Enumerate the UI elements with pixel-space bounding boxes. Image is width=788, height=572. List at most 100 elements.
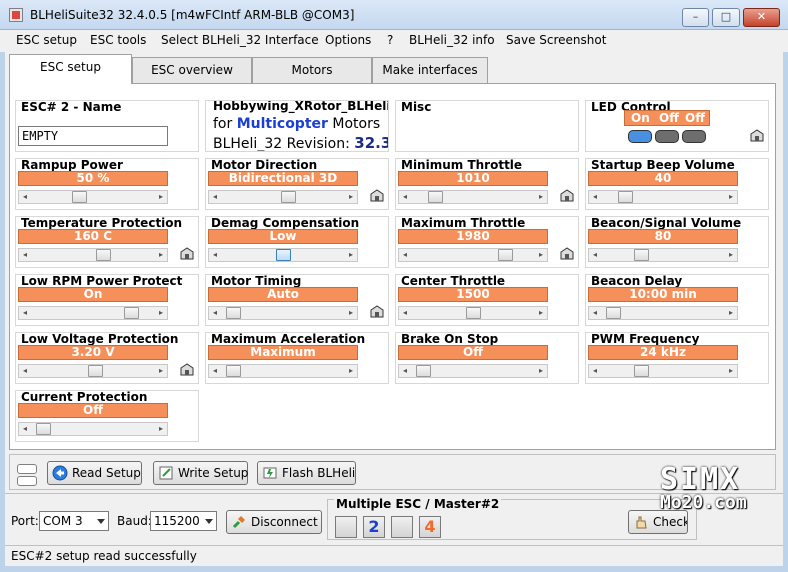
rampup-power-slider[interactable]: ◂ ▸ xyxy=(18,190,168,204)
scroll-left-icon[interactable]: ◂ xyxy=(19,191,31,203)
lock-icon[interactable] xyxy=(559,187,575,203)
scroll-right-icon[interactable]: ▸ xyxy=(725,307,737,319)
scroll-right-icon[interactable]: ▸ xyxy=(725,191,737,203)
tab-motors[interactable]: Motors xyxy=(252,57,372,83)
scroll-left-icon[interactable]: ◂ xyxy=(209,191,221,203)
led-color-2[interactable] xyxy=(655,130,679,143)
startup-beep-volume-slider-thumb[interactable] xyxy=(618,191,633,203)
brake-on-stop-slider-thumb[interactable] xyxy=(416,365,431,377)
lock-icon[interactable] xyxy=(749,127,765,143)
lock-icon[interactable] xyxy=(369,187,385,203)
startup-beep-volume-slider[interactable]: ◂ ▸ xyxy=(588,190,738,204)
led-color-3[interactable] xyxy=(682,130,706,143)
motor-direction-slider-thumb[interactable] xyxy=(281,191,296,203)
minimize-button[interactable]: – xyxy=(682,8,709,27)
motor-timing-slider[interactable]: ◂ ▸ xyxy=(208,306,358,320)
menu-esc-setup[interactable]: ESC setup xyxy=(16,33,77,47)
current-protection-slider[interactable]: ◂ ▸ xyxy=(18,422,168,436)
scroll-right-icon[interactable]: ▸ xyxy=(345,249,357,261)
scroll-left-icon[interactable]: ◂ xyxy=(399,307,411,319)
scroll-left-icon[interactable]: ◂ xyxy=(209,365,221,377)
scroll-right-icon[interactable]: ▸ xyxy=(725,249,737,261)
minimum-throttle-slider[interactable]: ◂ ▸ xyxy=(398,190,548,204)
menu-help[interactable]: ? xyxy=(387,33,393,47)
scroll-right-icon[interactable]: ▸ xyxy=(345,191,357,203)
temperature-protection-slider[interactable]: ◂ ▸ xyxy=(18,248,168,262)
beacon-signal-volume-slider-thumb[interactable] xyxy=(634,249,649,261)
low-rpm-power-protect-slider[interactable]: ◂ ▸ xyxy=(18,306,168,320)
temperature-protection-slider-thumb[interactable] xyxy=(96,249,111,261)
maximum-acceleration-slider-thumb[interactable] xyxy=(226,365,241,377)
scroll-right-icon[interactable]: ▸ xyxy=(155,191,167,203)
flash-blheli-button[interactable]: Flash BLHeli xyxy=(257,461,356,485)
pwm-frequency-slider[interactable]: ◂ ▸ xyxy=(588,364,738,378)
led-state-switch[interactable]: On Off Off xyxy=(624,110,710,126)
scroll-left-icon[interactable]: ◂ xyxy=(209,249,221,261)
menu-save-screenshot[interactable]: Save Screenshot xyxy=(506,33,606,47)
beacon-signal-volume-slider[interactable]: ◂ ▸ xyxy=(588,248,738,262)
scroll-left-icon[interactable]: ◂ xyxy=(399,365,411,377)
disconnect-button[interactable]: Disconnect xyxy=(226,510,322,534)
scroll-left-icon[interactable]: ◂ xyxy=(19,423,31,435)
scroll-left-icon[interactable]: ◂ xyxy=(589,307,601,319)
low-voltage-protection-slider-thumb[interactable] xyxy=(88,365,103,377)
rampup-power-slider-thumb[interactable] xyxy=(72,191,87,203)
maximum-throttle-slider-thumb[interactable] xyxy=(498,249,513,261)
close-button[interactable]: ✕ xyxy=(743,8,780,27)
scroll-left-icon[interactable]: ◂ xyxy=(589,365,601,377)
scroll-left-icon[interactable]: ◂ xyxy=(19,365,31,377)
scroll-right-icon[interactable]: ▸ xyxy=(345,307,357,319)
write-setup-button[interactable]: Write Setup xyxy=(153,461,248,485)
beacon-delay-slider[interactable]: ◂ ▸ xyxy=(588,306,738,320)
menu-esc-tools[interactable]: ESC tools xyxy=(90,33,146,47)
baud-select[interactable]: 115200 xyxy=(150,511,217,531)
scroll-right-icon[interactable]: ▸ xyxy=(155,249,167,261)
beacon-delay-slider-thumb[interactable] xyxy=(606,307,621,319)
lock-icon[interactable] xyxy=(179,361,195,377)
scroll-left-icon[interactable]: ◂ xyxy=(589,191,601,203)
scroll-right-icon[interactable]: ▸ xyxy=(725,365,737,377)
lock-icon[interactable] xyxy=(369,303,385,319)
minimum-throttle-slider-thumb[interactable] xyxy=(428,191,443,203)
demag-compensation-slider-thumb[interactable] xyxy=(276,249,291,261)
esc-name-input[interactable]: EMPTY xyxy=(18,126,168,146)
scroll-left-icon[interactable]: ◂ xyxy=(19,249,31,261)
maximize-button[interactable]: □ xyxy=(712,8,740,27)
scroll-right-icon[interactable]: ▸ xyxy=(535,249,547,261)
tab-make-interfaces[interactable]: Make interfaces xyxy=(372,57,488,83)
read-write-toggle[interactable] xyxy=(17,464,37,489)
demag-compensation-slider[interactable]: ◂ ▸ xyxy=(208,248,358,262)
center-throttle-slider-thumb[interactable] xyxy=(466,307,481,319)
scroll-left-icon[interactable]: ◂ xyxy=(19,307,31,319)
tab-esc-setup[interactable]: ESC setup xyxy=(9,54,132,84)
scroll-left-icon[interactable]: ◂ xyxy=(399,191,411,203)
scroll-right-icon[interactable]: ▸ xyxy=(345,365,357,377)
scroll-left-icon[interactable]: ◂ xyxy=(209,307,221,319)
maximum-acceleration-slider[interactable]: ◂ ▸ xyxy=(208,364,358,378)
motor-direction-slider[interactable]: ◂ ▸ xyxy=(208,190,358,204)
scroll-right-icon[interactable]: ▸ xyxy=(535,307,547,319)
menu-blheli-info[interactable]: BLHeli_32 info xyxy=(409,33,495,47)
read-setup-button[interactable]: Read Setup xyxy=(47,461,142,485)
esc-3-button[interactable] xyxy=(391,516,413,538)
port-select[interactable]: COM 3 xyxy=(39,511,109,531)
scroll-left-icon[interactable]: ◂ xyxy=(589,249,601,261)
center-throttle-slider[interactable]: ◂ ▸ xyxy=(398,306,548,320)
lock-icon[interactable] xyxy=(179,245,195,261)
lock-icon[interactable] xyxy=(559,245,575,261)
low-rpm-power-protect-slider-thumb[interactable] xyxy=(124,307,139,319)
scroll-right-icon[interactable]: ▸ xyxy=(155,307,167,319)
title-bar[interactable]: BLHeliSuite32 32.4.0.5 [m4wFCIntf ARM-BL… xyxy=(0,0,788,30)
tab-esc-overview[interactable]: ESC overview xyxy=(132,57,252,83)
menu-select-interface[interactable]: Select BLHeli_32 Interface xyxy=(161,33,319,47)
scroll-right-icon[interactable]: ▸ xyxy=(155,423,167,435)
scroll-right-icon[interactable]: ▸ xyxy=(535,365,547,377)
esc-1-button[interactable] xyxy=(335,516,357,538)
current-protection-slider-thumb[interactable] xyxy=(36,423,51,435)
scroll-right-icon[interactable]: ▸ xyxy=(535,191,547,203)
scroll-right-icon[interactable]: ▸ xyxy=(155,365,167,377)
esc-4-button[interactable]: 4 xyxy=(419,516,441,538)
scroll-left-icon[interactable]: ◂ xyxy=(399,249,411,261)
brake-on-stop-slider[interactable]: ◂ ▸ xyxy=(398,364,548,378)
motor-timing-slider-thumb[interactable] xyxy=(226,307,241,319)
